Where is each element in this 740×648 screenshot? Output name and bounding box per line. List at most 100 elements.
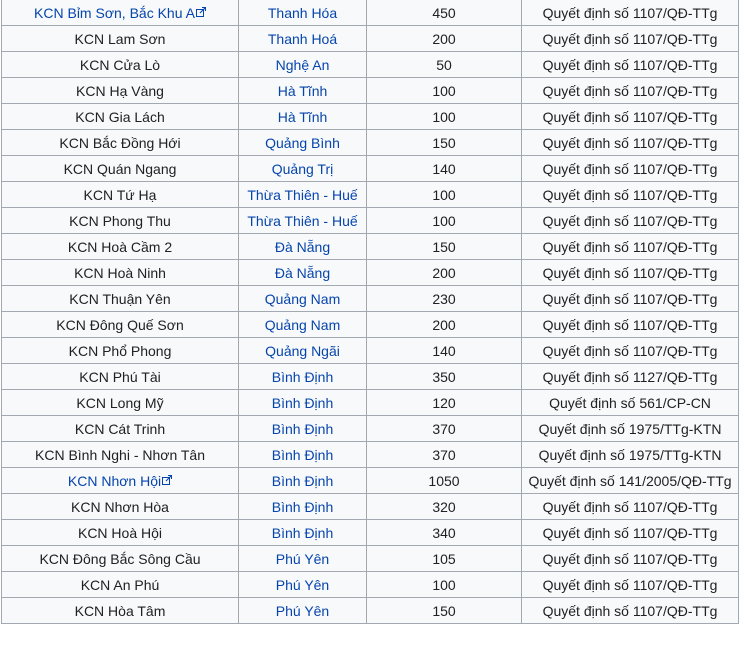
province-link[interactable]: Thanh Hoá [268, 31, 337, 47]
province-link[interactable]: Bình Định [272, 525, 333, 541]
table-row: KCN Phong Thu Thừa Thiên - Huế 100 Quyết đị… [1, 207, 739, 234]
area-cell: 450 [366, 0, 522, 26]
province-link[interactable]: Quảng Ngãi [265, 343, 340, 359]
area-cell: 100 [366, 103, 522, 130]
table-row: KCN An Phú Phú Yên 100 Quyết định số 1107/Q… [1, 571, 739, 598]
province-cell: Bình Định [238, 415, 367, 442]
province-cell: Hà Tĩnh [238, 77, 367, 104]
decision-cell: Quyết định số 141/2005/QĐ-TTg [521, 467, 739, 494]
province-link[interactable]: Phú Yên [276, 551, 329, 567]
table-row: KCN Đông Bắc Sông Cầu Phú Yên 105 Quyết địn… [1, 545, 739, 572]
province-link[interactable]: Hà Tĩnh [278, 83, 328, 99]
decision-cell: Quyết định số 1975/TTg-KTN [521, 415, 739, 442]
zone-name: KCN Phong Thu [69, 212, 171, 229]
table-row: KCN Hạ Vàng Hà Tĩnh 100 Quyết định số 1107/… [1, 77, 739, 104]
province-link[interactable]: Quảng Bình [265, 135, 340, 151]
area-cell: 140 [366, 155, 522, 182]
zone-name: KCN Lam Sơn [74, 30, 166, 47]
zone-name-cell: KCN Hoà Ninh [1, 259, 239, 286]
zone-name-cell: KCN Hoà Cầm 2 [1, 233, 239, 260]
decision-cell: Quyết định số 1107/QĐ-TTg [521, 181, 739, 208]
zone-name: KCN Bắc Đồng Hới [59, 134, 181, 151]
province-link[interactable]: Đà Nẵng [275, 265, 330, 281]
table-row: KCN Thuận Yên Quảng Nam 230 Quyết định số 1… [1, 285, 739, 312]
decision-cell: Quyết định số 1107/QĐ-TTg [521, 25, 739, 52]
province-cell: Hà Tĩnh [238, 103, 367, 130]
table-row: KCN Hòa Tâm Phú Yên 150 Quyết định số 1107/… [1, 597, 739, 624]
area-cell: 120 [366, 389, 522, 416]
area-cell: 105 [366, 545, 522, 572]
area-cell: 200 [366, 259, 522, 286]
province-link[interactable]: Bình Định [272, 473, 333, 489]
area-cell: 370 [366, 441, 522, 468]
province-link[interactable]: Thừa Thiên - Huế [247, 187, 357, 203]
zone-name-cell: KCN Đông Bắc Sông Cầu [1, 545, 239, 572]
zone-name-link[interactable]: KCN Bỉm Sơn, Bắc Khu A [34, 4, 207, 21]
zone-name-link[interactable]: KCN Nhơn Hội [68, 473, 173, 489]
decision-cell: Quyết định số 1107/QĐ-TTg [521, 597, 739, 624]
province-link[interactable]: Quảng Nam [265, 291, 340, 307]
zone-name-cell: KCN Bình Nghi - Nhơn Tân [1, 441, 239, 468]
area-cell: 1050 [366, 467, 522, 494]
table-row: KCN Hoà Hội Bình Định 340 Quyết định số 110… [1, 519, 739, 546]
province-link[interactable]: Bình Định [272, 447, 333, 463]
province-cell: Thừa Thiên - Huế [238, 207, 367, 234]
area-cell: 350 [366, 363, 522, 390]
area-cell: 200 [366, 311, 522, 338]
decision-cell: Quyết định số 1107/QĐ-TTg [521, 233, 739, 260]
decision-cell: Quyết định số 561/CP-CN [521, 389, 739, 416]
zone-name: KCN Cát Trinh [74, 420, 166, 437]
province-cell: Bình Định [238, 467, 367, 494]
external-link-icon [195, 4, 207, 20]
province-link[interactable]: Phú Yên [276, 603, 329, 619]
province-link[interactable]: Đà Nẵng [275, 239, 330, 255]
area-cell: 100 [366, 181, 522, 208]
decision-cell: Quyết định số 1107/QĐ-TTg [521, 311, 739, 338]
zone-name-cell: KCN Phổ Phong [1, 337, 239, 364]
province-cell: Quảng Trị [238, 155, 367, 182]
province-link[interactable]: Quảng Nam [265, 317, 340, 333]
province-link[interactable]: Hà Tĩnh [278, 109, 328, 125]
zone-name: KCN Hoà Ninh [74, 264, 166, 281]
province-link[interactable]: Quảng Trị [272, 161, 333, 177]
province-cell: Thanh Hóa [238, 0, 367, 26]
zone-name: KCN Bỉm Sơn, Bắc Khu A [34, 5, 195, 21]
area-cell: 100 [366, 571, 522, 598]
decision-cell: Quyết định số 1975/TTg-KTN [521, 441, 739, 468]
province-cell: Bình Định [238, 363, 367, 390]
province-cell: Quảng Nam [238, 285, 367, 312]
zone-name: KCN Hoà Hội [77, 524, 163, 541]
province-link[interactable]: Bình Định [272, 369, 333, 385]
province-link[interactable]: Thừa Thiên - Huế [247, 213, 357, 229]
province-link[interactable]: Bình Định [272, 421, 333, 437]
decision-cell: Quyết định số 1107/QĐ-TTg [521, 51, 739, 78]
table-row: KCN Đông Quế Sơn Quảng Nam 200 Quyết định s… [1, 311, 739, 338]
zone-name: KCN Tứ Hạ [83, 186, 157, 203]
area-cell: 200 [366, 25, 522, 52]
area-cell: 100 [366, 77, 522, 104]
zone-name-cell: KCN Hạ Vàng [1, 77, 239, 104]
decision-cell: Quyết định số 1107/QĐ-TTg [521, 519, 739, 546]
zone-name: KCN An Phú [80, 576, 160, 593]
province-link[interactable]: Phú Yên [276, 577, 329, 593]
area-cell: 50 [366, 51, 522, 78]
province-link[interactable]: Bình Định [272, 395, 333, 411]
zone-name: KCN Bình Nghi - Nhơn Tân [35, 446, 205, 463]
area-cell: 100 [366, 207, 522, 234]
province-link[interactable]: Nghệ An [276, 57, 330, 73]
area-cell: 320 [366, 493, 522, 520]
province-link[interactable]: Thanh Hóa [268, 5, 337, 21]
zone-name: KCN Đông Quế Sơn [56, 316, 184, 333]
zone-name-cell: KCN Cửa Lò [1, 51, 239, 78]
area-cell: 340 [366, 519, 522, 546]
zone-name-cell: KCN Nhơn Hội [1, 467, 239, 494]
province-link[interactable]: Bình Định [272, 499, 333, 515]
area-cell: 150 [366, 597, 522, 624]
province-cell: Phú Yên [238, 545, 367, 572]
table-row: KCN Gia Lách Hà Tĩnh 100 Quyết định số 1107… [1, 103, 739, 130]
table-row: KCN Hoà Cầm 2 Đà Nẵng 150 Quyết định số 110… [1, 233, 739, 260]
province-cell: Phú Yên [238, 597, 367, 624]
table-row: KCN Bình Nghi - Nhơn Tân Bình Định 370 Quyế… [1, 441, 739, 468]
decision-cell: Quyết định số 1107/QĐ-TTg [521, 285, 739, 312]
province-cell: Quảng Ngãi [238, 337, 367, 364]
